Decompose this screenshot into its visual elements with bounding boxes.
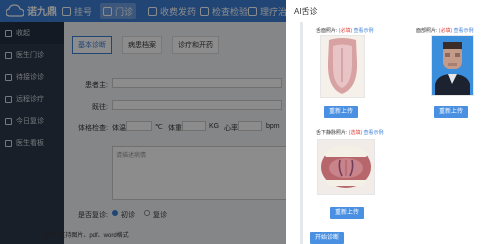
face-photo-label: 面部照片: <box>416 28 438 34</box>
under-tongue-photo-example-link[interactable]: 查看示例 <box>364 130 384 136</box>
face-photo-caption: 面部照片: (必填) 查看示例 <box>416 27 474 34</box>
panel-scrollbar[interactable] <box>300 22 303 244</box>
tongue-photo-caption: 舌面照片: (必填) 查看示例 <box>316 27 374 34</box>
under-tongue-photo <box>317 139 375 195</box>
under-tongue-image-icon <box>318 140 374 194</box>
tongue-photo-required: (必填) <box>338 28 353 34</box>
tongue-photo-example-link[interactable]: 查看示例 <box>354 28 374 34</box>
face-photo-reupload-button[interactable]: 重新上传 <box>434 106 468 118</box>
face-photo-required: (必填) <box>438 28 453 34</box>
tongue-photo-label: 舌面照片: <box>316 28 338 34</box>
face-image-icon <box>432 36 473 95</box>
tongue-photo-reupload-button[interactable]: 重新上传 <box>324 106 358 118</box>
under-tongue-photo-required: (选填) <box>348 130 363 136</box>
face-photo <box>431 35 474 96</box>
tongue-photo <box>320 35 365 98</box>
start-diagnosis-button[interactable]: 开始诊断 <box>310 232 344 244</box>
ai-tongue-diagnosis-panel: AI舌诊 舌面照片: (必填) 查看示例 重新上传 面部照片: (必填) 查看示… <box>286 0 504 244</box>
under-tongue-photo-label: 舌下静脉照片: <box>316 130 348 136</box>
tongue-image-icon <box>321 36 364 97</box>
face-photo-example-link[interactable]: 查看示例 <box>454 28 474 34</box>
under-tongue-photo-reupload-button[interactable]: 重新上传 <box>330 207 364 219</box>
under-tongue-photo-caption: 舌下静脉照片: (选填) 查看示例 <box>316 129 384 136</box>
panel-title: AI舌诊 <box>294 7 318 16</box>
